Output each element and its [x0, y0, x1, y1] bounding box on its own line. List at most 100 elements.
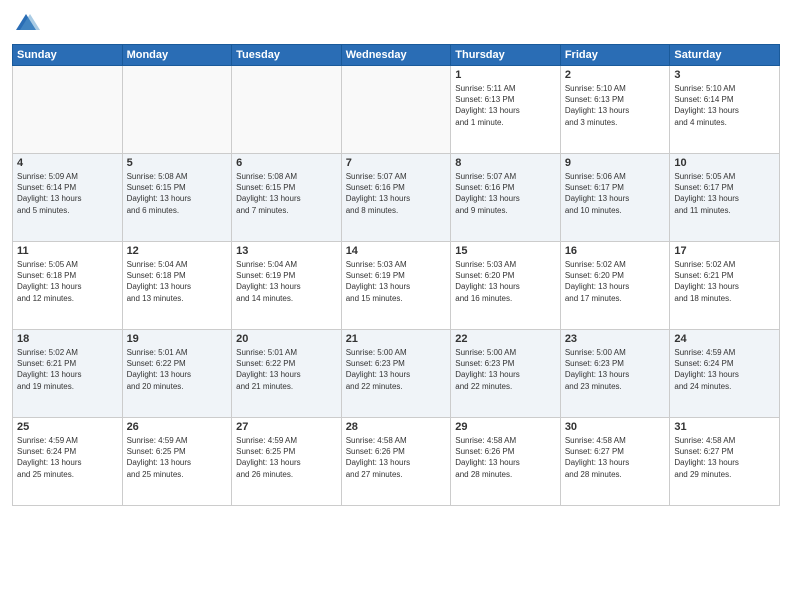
- day-number: 20: [236, 333, 337, 345]
- week-row-2: 4 Sunrise: 5:09 AM Sunset: 6:14 PM Daylig…: [13, 154, 780, 242]
- day-info: Sunrise: 4:59 AM Sunset: 6:24 PM Dayligh…: [17, 435, 118, 480]
- day-cell: 12 Sunrise: 5:04 AM Sunset: 6:18 PM Dayli…: [122, 242, 232, 330]
- day-cell: [122, 66, 232, 154]
- day-number: 26: [127, 421, 228, 433]
- day-info: Sunrise: 5:07 AM Sunset: 6:16 PM Dayligh…: [346, 171, 447, 216]
- week-row-5: 25 Sunrise: 4:59 AM Sunset: 6:24 PM Dayli…: [13, 418, 780, 506]
- weekday-header-saturday: Saturday: [670, 45, 780, 66]
- weekday-header-sunday: Sunday: [13, 45, 123, 66]
- day-cell: 21 Sunrise: 5:00 AM Sunset: 6:23 PM Dayli…: [341, 330, 451, 418]
- day-info: Sunrise: 5:05 AM Sunset: 6:18 PM Dayligh…: [17, 259, 118, 304]
- day-cell: 29 Sunrise: 4:58 AM Sunset: 6:26 PM Dayli…: [451, 418, 561, 506]
- weekday-header-monday: Monday: [122, 45, 232, 66]
- day-info: Sunrise: 5:07 AM Sunset: 6:16 PM Dayligh…: [455, 171, 556, 216]
- day-number: 23: [565, 333, 666, 345]
- day-number: 10: [674, 157, 775, 169]
- day-number: 1: [455, 69, 556, 81]
- day-number: 17: [674, 245, 775, 257]
- day-number: 6: [236, 157, 337, 169]
- day-info: Sunrise: 5:11 AM Sunset: 6:13 PM Dayligh…: [455, 83, 556, 128]
- day-info: Sunrise: 5:02 AM Sunset: 6:20 PM Dayligh…: [565, 259, 666, 304]
- day-info: Sunrise: 5:00 AM Sunset: 6:23 PM Dayligh…: [346, 347, 447, 392]
- day-number: 27: [236, 421, 337, 433]
- day-cell: 11Sunrise: 5:05 AM Sunset: 6:18 PM Dayli…: [13, 242, 123, 330]
- day-number: 12: [127, 245, 228, 257]
- day-number: 24: [674, 333, 775, 345]
- day-cell: 23 Sunrise: 5:00 AM Sunset: 6:23 PM Dayli…: [560, 330, 670, 418]
- day-cell: 13 Sunrise: 5:04 AM Sunset: 6:19 PM Dayli…: [232, 242, 342, 330]
- day-cell: 3 Sunrise: 5:10 AM Sunset: 6:14 PM Daylig…: [670, 66, 780, 154]
- logo-icon: [12, 10, 40, 38]
- day-cell: [341, 66, 451, 154]
- day-cell: 1 Sunrise: 5:11 AM Sunset: 6:13 PM Daylig…: [451, 66, 561, 154]
- day-number: 4: [17, 157, 118, 169]
- day-number: 8: [455, 157, 556, 169]
- day-info: Sunrise: 5:08 AM Sunset: 6:15 PM Dayligh…: [127, 171, 228, 216]
- day-info: Sunrise: 5:05 AM Sunset: 6:17 PM Dayligh…: [674, 171, 775, 216]
- day-number: 22: [455, 333, 556, 345]
- day-cell: 5 Sunrise: 5:08 AM Sunset: 6:15 PM Daylig…: [122, 154, 232, 242]
- day-number: 28: [346, 421, 447, 433]
- day-info: Sunrise: 4:58 AM Sunset: 6:27 PM Dayligh…: [674, 435, 775, 480]
- day-number: 14: [346, 245, 447, 257]
- day-cell: 22 Sunrise: 5:00 AM Sunset: 6:23 PM Dayli…: [451, 330, 561, 418]
- day-number: 5: [127, 157, 228, 169]
- day-info: Sunrise: 4:58 AM Sunset: 6:26 PM Dayligh…: [346, 435, 447, 480]
- day-cell: 25 Sunrise: 4:59 AM Sunset: 6:24 PM Dayli…: [13, 418, 123, 506]
- day-cell: 14 Sunrise: 5:03 AM Sunset: 6:19 PM Dayli…: [341, 242, 451, 330]
- day-info: Sunrise: 5:02 AM Sunset: 6:21 PM Dayligh…: [674, 259, 775, 304]
- day-info: Sunrise: 5:04 AM Sunset: 6:18 PM Dayligh…: [127, 259, 228, 304]
- day-cell: 17 Sunrise: 5:02 AM Sunset: 6:21 PM Dayli…: [670, 242, 780, 330]
- day-number: 2: [565, 69, 666, 81]
- day-cell: [13, 66, 123, 154]
- weekday-header-thursday: Thursday: [451, 45, 561, 66]
- day-cell: 28 Sunrise: 4:58 AM Sunset: 6:26 PM Dayli…: [341, 418, 451, 506]
- day-number: 3: [674, 69, 775, 81]
- calendar-table: SundayMondayTuesdayWednesdayThursdayFrid…: [12, 44, 780, 506]
- day-cell: 24 Sunrise: 4:59 AM Sunset: 6:24 PM Dayli…: [670, 330, 780, 418]
- weekday-header-tuesday: Tuesday: [232, 45, 342, 66]
- day-info: Sunrise: 5:00 AM Sunset: 6:23 PM Dayligh…: [455, 347, 556, 392]
- day-info: Sunrise: 5:01 AM Sunset: 6:22 PM Dayligh…: [236, 347, 337, 392]
- day-info: Sunrise: 5:00 AM Sunset: 6:23 PM Dayligh…: [565, 347, 666, 392]
- week-row-3: 11Sunrise: 5:05 AM Sunset: 6:18 PM Dayli…: [13, 242, 780, 330]
- page: SundayMondayTuesdayWednesdayThursdayFrid…: [0, 0, 792, 612]
- day-info: Sunrise: 4:59 AM Sunset: 6:24 PM Dayligh…: [674, 347, 775, 392]
- weekday-header-row: SundayMondayTuesdayWednesdayThursdayFrid…: [13, 45, 780, 66]
- weekday-header-wednesday: Wednesday: [341, 45, 451, 66]
- day-number: 25: [17, 421, 118, 433]
- day-cell: 19Sunrise: 5:01 AM Sunset: 6:22 PM Dayli…: [122, 330, 232, 418]
- week-row-4: 18Sunrise: 5:02 AM Sunset: 6:21 PM Dayli…: [13, 330, 780, 418]
- day-info: Sunrise: 5:03 AM Sunset: 6:19 PM Dayligh…: [346, 259, 447, 304]
- day-number: 15: [455, 245, 556, 257]
- day-number: 7: [346, 157, 447, 169]
- day-cell: 16Sunrise: 5:02 AM Sunset: 6:20 PM Dayli…: [560, 242, 670, 330]
- day-cell: 18Sunrise: 5:02 AM Sunset: 6:21 PM Dayli…: [13, 330, 123, 418]
- day-number: 31: [674, 421, 775, 433]
- day-cell: 4 Sunrise: 5:09 AM Sunset: 6:14 PM Daylig…: [13, 154, 123, 242]
- day-number: 9: [565, 157, 666, 169]
- day-number: 13: [236, 245, 337, 257]
- day-cell: 27Sunrise: 4:59 AM Sunset: 6:25 PM Dayli…: [232, 418, 342, 506]
- day-info: Sunrise: 5:04 AM Sunset: 6:19 PM Dayligh…: [236, 259, 337, 304]
- day-cell: 26 Sunrise: 4:59 AM Sunset: 6:25 PM Dayli…: [122, 418, 232, 506]
- day-cell: [232, 66, 342, 154]
- day-info: Sunrise: 4:59 AM Sunset: 6:25 PM Dayligh…: [127, 435, 228, 480]
- day-info: Sunrise: 4:58 AM Sunset: 6:27 PM Dayligh…: [565, 435, 666, 480]
- day-cell: 15 Sunrise: 5:03 AM Sunset: 6:20 PM Dayli…: [451, 242, 561, 330]
- day-cell: 7 Sunrise: 5:07 AM Sunset: 6:16 PM Daylig…: [341, 154, 451, 242]
- day-cell: 6Sunrise: 5:08 AM Sunset: 6:15 PM Daylig…: [232, 154, 342, 242]
- day-number: 30: [565, 421, 666, 433]
- day-cell: 30 Sunrise: 4:58 AM Sunset: 6:27 PM Dayli…: [560, 418, 670, 506]
- day-cell: 2Sunrise: 5:10 AM Sunset: 6:13 PM Daylig…: [560, 66, 670, 154]
- logo: [12, 10, 44, 38]
- day-info: Sunrise: 5:03 AM Sunset: 6:20 PM Dayligh…: [455, 259, 556, 304]
- day-cell: 31 Sunrise: 4:58 AM Sunset: 6:27 PM Dayli…: [670, 418, 780, 506]
- week-row-1: 1 Sunrise: 5:11 AM Sunset: 6:13 PM Daylig…: [13, 66, 780, 154]
- day-number: 29: [455, 421, 556, 433]
- day-info: Sunrise: 5:10 AM Sunset: 6:14 PM Dayligh…: [674, 83, 775, 128]
- day-cell: 9Sunrise: 5:06 AM Sunset: 6:17 PM Daylig…: [560, 154, 670, 242]
- day-info: Sunrise: 4:58 AM Sunset: 6:26 PM Dayligh…: [455, 435, 556, 480]
- day-number: 21: [346, 333, 447, 345]
- day-info: Sunrise: 5:09 AM Sunset: 6:14 PM Dayligh…: [17, 171, 118, 216]
